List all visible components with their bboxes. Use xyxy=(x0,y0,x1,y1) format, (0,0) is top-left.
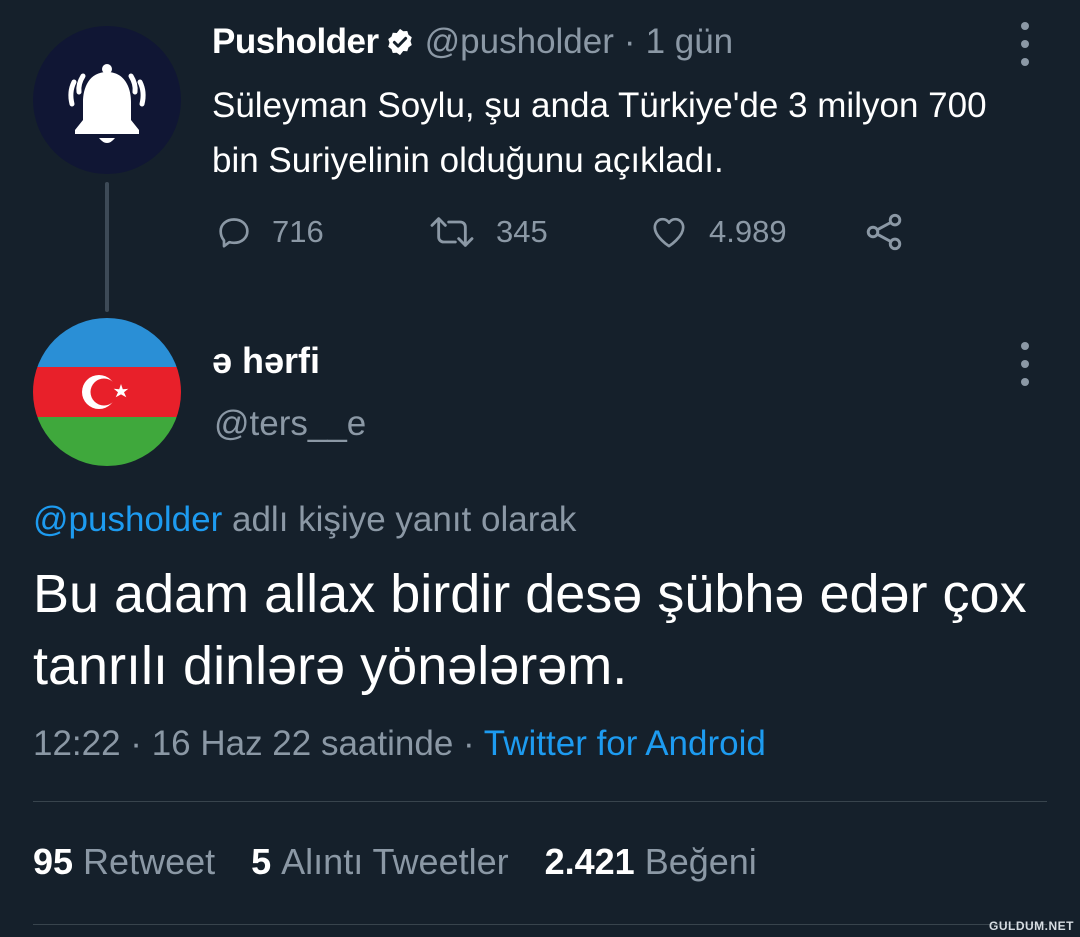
quote-stat-count: 5 xyxy=(251,841,272,882)
likes-stat-count: 2.421 xyxy=(544,841,635,882)
divider xyxy=(33,924,1047,925)
separator-dot: · xyxy=(623,22,636,61)
retweet-stat-count: 95 xyxy=(33,841,74,882)
avatar-ters-e[interactable] xyxy=(33,318,181,466)
reply-tweet-text: Bu adam allax birdir desə şübhə edər çox… xyxy=(33,564,1027,696)
divider xyxy=(33,801,1047,802)
retweet-stat[interactable]: 95 Retweet xyxy=(33,841,215,883)
parent-author-name[interactable]: Pusholder xyxy=(212,22,379,62)
parent-tweet-time[interactable]: 1 gün xyxy=(646,22,734,62)
likes-stat-label: Beğeni xyxy=(644,841,757,882)
meta-separator: · xyxy=(453,724,484,763)
engagement-stats: 95 Retweet 5 Alıntı Tweetler 2.421 Beğeni xyxy=(33,841,793,883)
replying-to-label: adlı kişiye yanıt olarak xyxy=(222,500,577,539)
flag-red-band xyxy=(33,367,181,417)
replying-to-line: @pusholder adlı kişiye yanıt olarak xyxy=(33,500,576,540)
quote-stat-label: Alıntı Tweetler xyxy=(281,841,509,882)
crescent-star-icon xyxy=(82,375,129,410)
flag-green-band xyxy=(33,416,181,466)
share-icon xyxy=(866,213,902,251)
replying-to-handle-link[interactable]: @pusholder xyxy=(33,500,222,539)
flag-blue-band xyxy=(33,318,181,368)
retweet-stat-label: Retweet xyxy=(83,841,216,882)
verified-badge-icon xyxy=(385,27,415,57)
more-options-icon[interactable] xyxy=(1019,342,1031,386)
more-options-icon[interactable] xyxy=(1019,22,1031,66)
reply-icon xyxy=(219,218,249,248)
bell-icon xyxy=(68,64,146,143)
reply-author-name[interactable]: ə hərfi xyxy=(212,340,320,382)
retweet-icon xyxy=(430,217,474,247)
watermark: GULDUM.NET xyxy=(989,919,1074,933)
thread-connector-line xyxy=(105,182,109,312)
reply-tweet-meta: 12:22 · 16 Haz 22 saatinde · Twitter for… xyxy=(33,724,766,764)
reply-count: 716 xyxy=(272,214,324,249)
parent-author-handle[interactable]: @pusholder xyxy=(425,22,614,62)
retweet-count: 345 xyxy=(496,214,548,249)
likes-stat[interactable]: 2.421 Beğeni xyxy=(545,841,757,883)
parent-tweet-text: Süleyman Soylu, şu anda Türkiye'de 3 mil… xyxy=(212,86,987,180)
reply-timestamp[interactable]: 12:22 · 16 Haz 22 saatinde xyxy=(33,724,453,763)
parent-tweet-header: Pusholder @pusholder · 1 gün xyxy=(212,22,733,62)
retweet-button[interactable]: 345 xyxy=(426,208,548,256)
like-count: 4.989 xyxy=(709,214,787,249)
reply-author-handle[interactable]: @ters__e xyxy=(214,404,366,444)
quote-tweets-stat[interactable]: 5 Alıntı Tweetler xyxy=(251,841,508,883)
share-button[interactable] xyxy=(862,208,924,256)
avatar-pusholder[interactable] xyxy=(33,26,181,174)
like-button[interactable]: 4.989 xyxy=(647,208,787,256)
reply-button[interactable]: 716 xyxy=(214,208,324,256)
heart-icon xyxy=(653,217,685,248)
tweet-source-link[interactable]: Twitter for Android xyxy=(484,724,766,763)
